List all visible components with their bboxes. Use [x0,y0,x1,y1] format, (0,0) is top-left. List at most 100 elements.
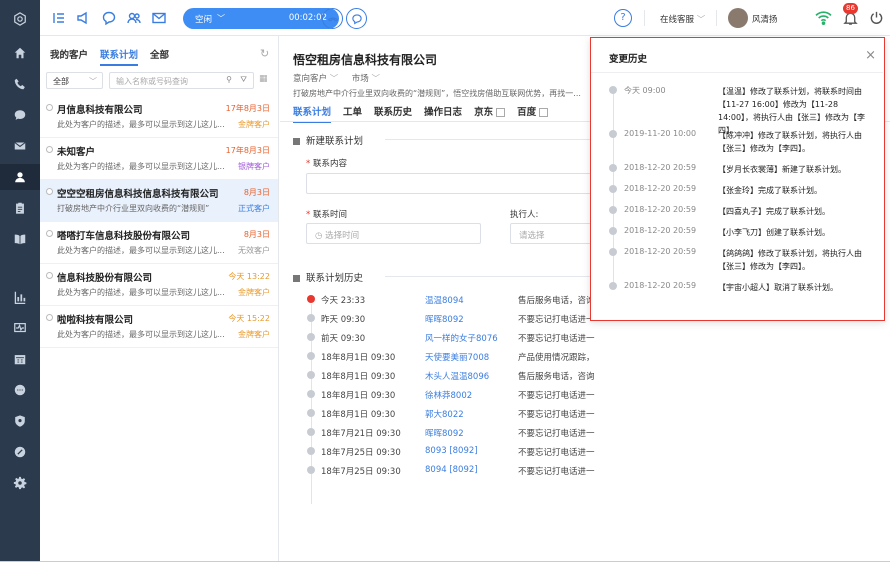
customer-desc: 此处为客户的描述，最多可以显示到这儿这儿... [57,330,225,339]
history-time: 18年7月25日 09:30 [321,467,401,477]
mail-icon[interactable] [0,133,40,159]
history-agent[interactable]: 温温8094 [425,294,464,306]
online-service-dropdown[interactable]: 在线客服 ﹀ [660,13,705,25]
customer-item[interactable]: 信息科技股份有限公司 今天 13:22 此处为客户的描述，最多可以显示到这儿这儿… [40,264,278,306]
contact-content-input[interactable] [306,173,606,194]
section-divider [385,276,595,277]
contact-time-input[interactable]: ◷ 选择时间 [306,223,481,244]
timeline-dot [609,185,617,193]
history-agent[interactable]: 天使要美丽7008 [425,351,489,363]
link-icon[interactable] [0,439,40,465]
customer-date: 17年8月3日 [225,104,270,113]
message-icon[interactable] [0,377,40,403]
customer-item-selected[interactable]: 空空空租房信息科技信息科技有限公司 8月3日 打破房地产中介行业里双向收费的“潜… [40,180,278,222]
chat-bubble-icon[interactable] [101,10,117,26]
bar-chart-icon[interactable] [0,284,40,310]
change-time: 2018-12-20 20:59 [624,205,697,214]
radio-icon[interactable] [46,230,53,237]
timeline-dot [307,333,315,341]
page-title: 悟空租房信息科技有限公司 [293,53,438,67]
tab-contact-plan[interactable]: 联系计划 [100,47,139,66]
help-icon[interactable]: ? [614,9,632,27]
clipboard-icon[interactable] [0,195,40,221]
book-icon[interactable] [0,226,40,252]
hangup-button[interactable] [322,8,343,29]
customer-item[interactable]: 啦啦科技有限公司 今天 15:22 此处为客户的描述，最多可以显示到这儿这儿..… [40,306,278,348]
market-dropdown[interactable]: 市场 ﹀ [352,74,380,84]
history-row[interactable]: 18年7月25日 09:30 8093 [8092] 不要忘记打电话进一 [307,444,627,462]
status-timer-pill[interactable]: 空闲 ﹀ 00:02:02 [183,8,339,29]
home-icon[interactable] [0,40,40,66]
customer-level: 正式客户 [238,204,270,213]
history-row[interactable]: 18年8月1日 09:30 天使要美丽7008 产品使用情况跟踪， [307,349,627,367]
customer-date: 8月3日 [243,188,270,197]
history-agent[interactable]: 晖晖8092 [425,427,464,439]
monitor-icon[interactable] [0,315,40,341]
refresh-icon[interactable]: ↻ [260,47,269,60]
radio-icon[interactable] [46,146,53,153]
history-content: 产品使用情况跟踪， [518,353,595,363]
market-label: 市场 [351,74,369,84]
mail-icon[interactable] [151,10,167,26]
close-icon[interactable]: × [865,48,876,63]
timeline-dot [609,86,617,94]
history-row[interactable]: 18年8月1日 09:30 徐林莽8002 不要忘记打电话进一 [307,387,627,405]
history-time: 18年7月21日 09:30 [321,429,401,439]
history-row[interactable]: 18年7月21日 09:30 晖晖8092 不要忘记打电话进一 [307,425,627,443]
search-icon[interactable]: ⚲ [226,75,232,84]
history-row[interactable]: 18年8月1日 09:30 木头人温温8096 售后服务电话，咨询 [307,368,627,386]
chevron-down-icon[interactable]: ﹀ [217,13,225,24]
customer-meta: 意向客户 ﹀ 市场 ﹀ [293,72,380,84]
chat-button[interactable] [346,8,367,29]
calendar-icon[interactable] [0,346,40,372]
radio-icon[interactable] [46,272,53,279]
customer-item[interactable]: 嗒嗒打车信息科技股份有限公司 8月3日 此处为客户的描述，最多可以显示到这儿这儿… [40,222,278,264]
radio-icon[interactable] [46,104,53,111]
phone-icon[interactable] [0,71,40,97]
history-agent[interactable]: 8093 [8092] [425,446,478,456]
history-agent[interactable]: 晖晖8092 [425,313,464,325]
customer-item[interactable]: 未知客户 17年8月3日 此处为客户的描述，最多可以显示到这儿这儿... 银牌客… [40,138,278,180]
user-name[interactable]: 风清扬 [752,13,778,25]
customer-name: 未知客户 [57,147,96,158]
avatar[interactable] [728,8,748,28]
customer-tabs: 我的客户 联系计划 全部 [50,47,169,66]
history-agent[interactable]: 木头人温温8096 [425,370,489,382]
gear-icon[interactable] [0,470,40,496]
radio-icon[interactable] [46,188,53,195]
power-icon[interactable] [869,10,884,29]
radio-icon[interactable] [46,314,53,321]
history-row[interactable]: 18年8月1日 09:30 郭大8022 不要忘记打电话进一 [307,406,627,424]
tab-my-customers[interactable]: 我的客户 [50,47,88,66]
history-content: 不要忘记打电话进一 [518,467,595,477]
logo-icon[interactable] [0,6,40,32]
chevron-down-icon: ﹀ [89,77,97,86]
wifi-icon [815,10,832,28]
customer-icon[interactable] [0,164,40,190]
status-label[interactable]: 空闲 [195,13,212,25]
collapse-icon[interactable] [51,10,67,26]
history-agent[interactable]: 8094 [8092] [425,465,478,475]
tab-baidu-label: 百度 [517,107,537,118]
contact-content-label: * 联系内容 [306,159,347,169]
search-input[interactable]: 输入名称或号码查询 ⚲ ⛛ [109,72,254,89]
tab-all[interactable]: 全部 [150,47,169,66]
intent-dropdown[interactable]: 意向客户 ﹀ [293,74,338,84]
customer-item[interactable]: 月信息科技有限公司 17年8月3日 此处为客户的描述，最多可以显示到这儿这儿..… [40,96,278,138]
history-agent[interactable]: 徐林莽8002 [425,389,472,401]
history-row[interactable]: 18年7月25日 09:30 8094 [8092] 不要忘记打电话进一 [307,463,627,481]
change-text: 【陈冲冲】修改了联系计划，将执行人由【张三】修改为【李四】。 [718,131,862,153]
shield-icon[interactable] [0,408,40,434]
team-icon[interactable] [126,10,142,26]
chat-icon[interactable] [0,102,40,128]
history-row[interactable]: 前天 09:30 风一样的女子8076 不要忘记打电话进一 [307,330,627,348]
history-row[interactable]: 昨天 09:30 晖晖8092 不要忘记打电话进一 [307,311,627,329]
filter-select[interactable]: 全部 ﹀ [46,72,103,89]
broadcast-icon[interactable] [76,10,92,26]
history-agent[interactable]: 郭大8022 [425,408,464,420]
filter-icon[interactable]: ⛛ [240,75,247,85]
history-row[interactable]: 今天 23:33 温温8094 售后服务电话，咨询 [307,292,627,310]
grid-view-icon[interactable]: ▦ [259,74,268,84]
timeline-dot [307,352,315,360]
history-agent[interactable]: 风一样的女子8076 [425,332,498,344]
